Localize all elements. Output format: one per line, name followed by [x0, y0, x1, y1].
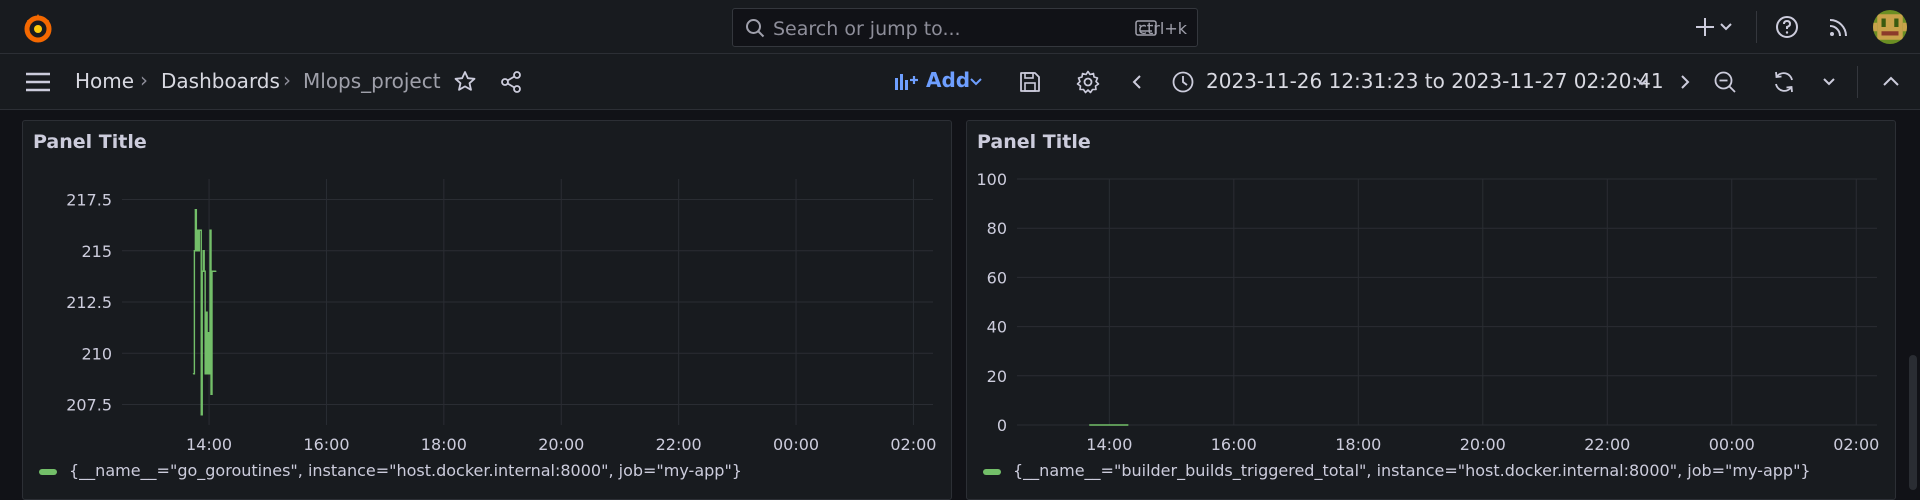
legend-swatch: [983, 468, 1001, 475]
data-point: [215, 270, 217, 272]
x-tick-label: 16:00: [1211, 435, 1257, 454]
data-point: [205, 311, 207, 313]
x-tick-label: 16:00: [303, 435, 349, 454]
top-bar: Search or jump to... ctrl+k: [0, 0, 1920, 54]
data-point: [204, 373, 206, 375]
breadcrumb-dashboards[interactable]: Dashboards: [161, 69, 280, 93]
data-point: [1127, 424, 1129, 426]
data-point: [196, 229, 198, 231]
y-tick-label: 100: [976, 170, 1007, 189]
data-point: [197, 250, 199, 252]
chevron-up-icon[interactable]: [1878, 69, 1904, 95]
save-icon[interactable]: [1017, 69, 1043, 95]
data-point: [200, 414, 202, 416]
timeseries-panel-goroutines: Panel Title 217.5 215 212.5 210 207.5 14:00 16…: [22, 120, 952, 500]
legend-label: {__name__="builder_builds_triggered_tota…: [1013, 461, 1811, 480]
add-panel-icon: [895, 74, 918, 90]
data-point: [195, 250, 197, 252]
refresh-icon[interactable]: [1771, 69, 1797, 95]
data-point: [199, 229, 201, 231]
user-avatar[interactable]: [1873, 10, 1907, 44]
data-point: [203, 270, 205, 272]
time-back-icon[interactable]: [1130, 69, 1146, 95]
help-icon[interactable]: [1774, 14, 1800, 40]
x-tick-label: 00:00: [773, 435, 819, 454]
menu-icon[interactable]: [24, 71, 52, 93]
data-point: [193, 250, 195, 252]
x-tick-label: 00:00: [1709, 435, 1755, 454]
series-line: [193, 209, 216, 416]
data-point: [210, 393, 212, 395]
chevron-down-icon: [970, 78, 982, 86]
breadcrumb-home[interactable]: Home: [75, 69, 134, 93]
x-tick-label: 18:00: [421, 435, 467, 454]
search-shortcut: ctrl+k: [1138, 19, 1187, 38]
data-point: [209, 229, 211, 231]
time-range-picker[interactable]: 2023-11-26 12:31:23 to 2023-11-27 02:20:…: [1206, 69, 1664, 93]
settings-gear-icon[interactable]: [1075, 69, 1101, 95]
builds-chart: 100 80 60 40 20 0 14:00 16:00 18:00 20:00 22:00 00:…: [976, 170, 1879, 454]
breadcrumb-separator: ›: [283, 68, 291, 92]
zoom-out-icon[interactable]: [1712, 69, 1738, 95]
clock-icon: [1172, 71, 1194, 93]
divider: [1857, 66, 1858, 98]
data-point: [194, 209, 196, 211]
grafana-logo-icon[interactable]: [22, 12, 54, 44]
x-tick-label: 02:00: [1833, 435, 1879, 454]
search-bar[interactable]: Search or jump to... ctrl+k: [732, 8, 1198, 47]
y-tick-label: 210: [81, 344, 112, 363]
y-tick-label: 212.5: [66, 293, 112, 312]
data-point: [1089, 424, 1091, 426]
chevron-down-icon[interactable]: [1718, 14, 1734, 40]
goroutines-chart: 217.5 215 212.5 210 207.5 14:00 16:00 18:00 20:0…: [66, 179, 936, 454]
chart-legend[interactable]: {__name__="go_goroutines", instance="hos…: [39, 461, 742, 480]
y-tick-label: 60: [987, 268, 1007, 287]
time-forward-icon[interactable]: [1676, 69, 1692, 95]
x-tick-label: 18:00: [1335, 435, 1381, 454]
legend-label: {__name__="go_goroutines", instance="hos…: [69, 461, 742, 480]
x-tick-label: 20:00: [538, 435, 584, 454]
page-scrollbar[interactable]: [1909, 355, 1917, 490]
search-icon: [746, 19, 765, 38]
y-tick-label: 0: [997, 416, 1007, 435]
chevron-down-icon[interactable]: [1821, 69, 1837, 95]
data-point: [206, 373, 208, 375]
y-tick-label: 80: [987, 219, 1007, 238]
search-placeholder: Search or jump to...: [773, 18, 961, 40]
x-tick-label: 02:00: [890, 435, 936, 454]
data-point: [208, 373, 210, 375]
y-tick-label: 20: [987, 367, 1007, 386]
y-tick-label: 217.5: [66, 191, 112, 210]
breadcrumb-separator: ›: [140, 68, 148, 92]
add-button-label: Add: [926, 68, 971, 92]
x-tick-label: 14:00: [1086, 435, 1132, 454]
timeseries-panel-builds: Panel Title 100 80 60 40 20 0 14:00 16:00 18:00 2…: [966, 120, 1896, 500]
data-point: [202, 250, 204, 252]
chart-legend[interactable]: {__name__="builder_builds_triggered_tota…: [983, 461, 1811, 480]
x-tick-label: 22:00: [1584, 435, 1630, 454]
y-tick-label: 207.5: [66, 396, 112, 415]
dashboard-nav-bar: Home › Dashboards › Mlops_project Add 20…: [0, 54, 1920, 110]
star-icon[interactable]: [452, 69, 478, 95]
data-point: [201, 270, 203, 272]
divider: [1756, 11, 1757, 43]
breadcrumb-current: Mlops_project: [303, 69, 441, 93]
news-feed-icon[interactable]: [1826, 14, 1852, 40]
x-tick-label: 22:00: [656, 435, 702, 454]
y-tick-label: 40: [987, 318, 1007, 337]
plus-icon[interactable]: [1692, 14, 1718, 40]
chevron-down-icon[interactable]: [1634, 69, 1650, 95]
legend-swatch: [39, 468, 57, 475]
data-point: [192, 373, 195, 375]
share-icon[interactable]: [498, 69, 524, 95]
x-tick-label: 20:00: [1460, 435, 1506, 454]
y-tick-label: 215: [81, 242, 112, 261]
data-point: [207, 332, 209, 334]
x-tick-label: 14:00: [186, 435, 232, 454]
